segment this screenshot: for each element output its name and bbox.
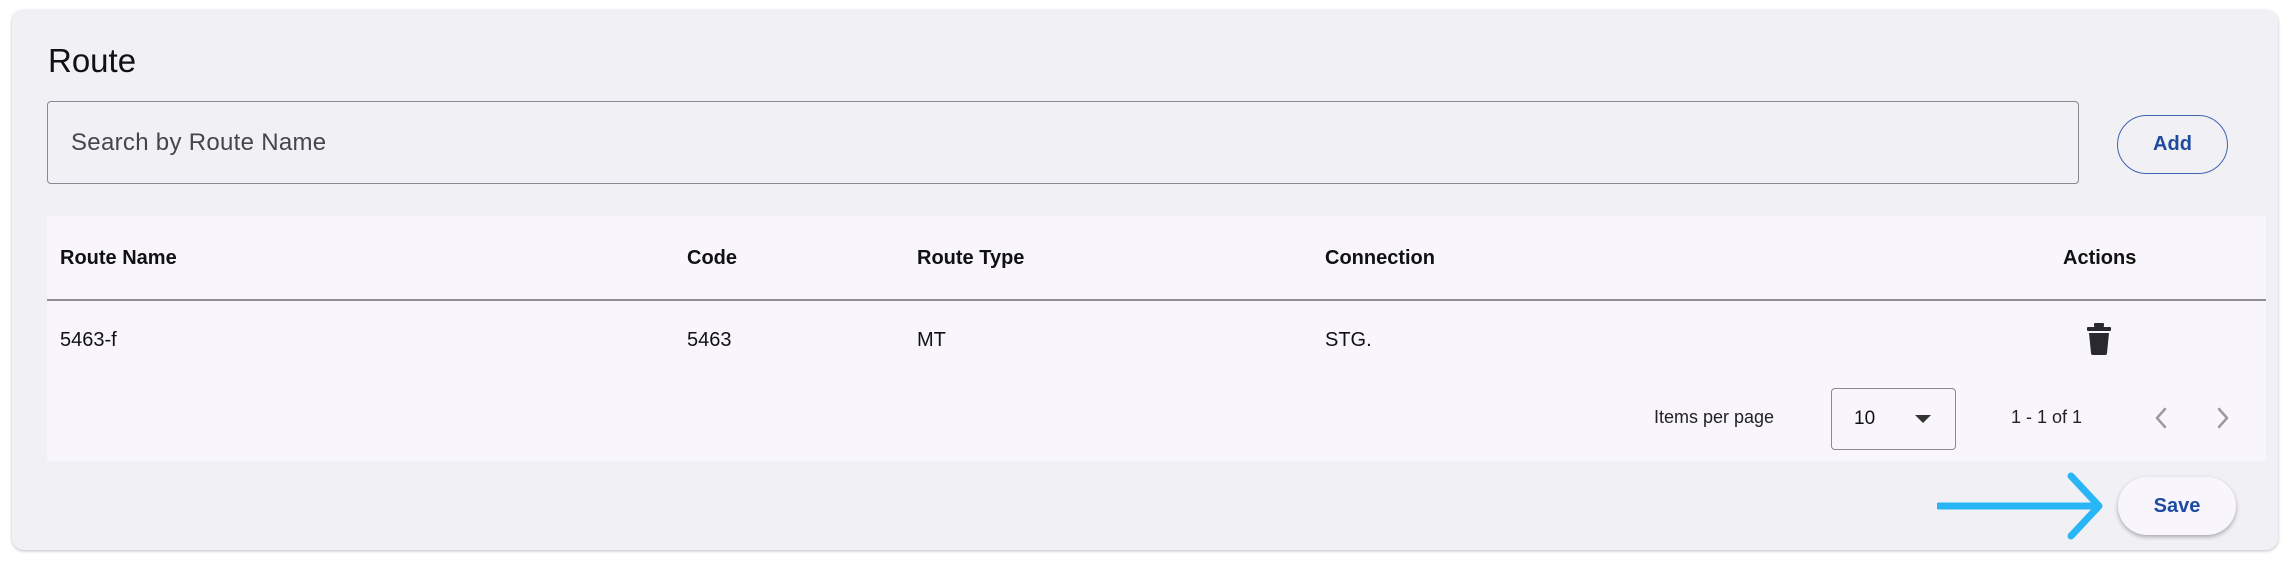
cell-route-type: MT (917, 328, 946, 351)
pagination-range: 1 - 1 of 1 (2011, 407, 2083, 427)
search-field[interactable] (47, 101, 2079, 184)
arrow-right-icon (1937, 472, 2103, 540)
route-card: Route Add Route Name Code Route Type Con… (12, 10, 2278, 550)
column-header-actions: Actions (2063, 246, 2137, 269)
column-header-route-name[interactable]: Route Name (60, 216, 177, 300)
items-per-page-label: Items per page (1654, 407, 1775, 427)
cell-route-name: 5463-f (60, 328, 117, 351)
items-per-page-value: 10 (1854, 408, 1876, 429)
search-input[interactable] (48, 102, 2078, 183)
chevron-left-icon[interactable] (2151, 405, 2171, 431)
cell-connection: STG. (1325, 328, 1372, 351)
items-per-page-select[interactable]: 10 (1831, 388, 1956, 450)
header-divider (47, 299, 2266, 301)
caret-down-icon (1915, 415, 1931, 423)
save-button[interactable]: Save (2118, 477, 2236, 535)
chevron-right-icon[interactable] (2213, 405, 2233, 431)
column-header-connection[interactable]: Connection (1325, 216, 1435, 300)
trash-icon[interactable] (2086, 323, 2112, 355)
column-header-code[interactable]: Code (687, 216, 737, 300)
add-button[interactable]: Add (2117, 115, 2228, 174)
cell-code: 5463 (687, 328, 732, 351)
page-title: Route (48, 42, 137, 79)
column-header-route-type[interactable]: Route Type (917, 216, 1024, 300)
